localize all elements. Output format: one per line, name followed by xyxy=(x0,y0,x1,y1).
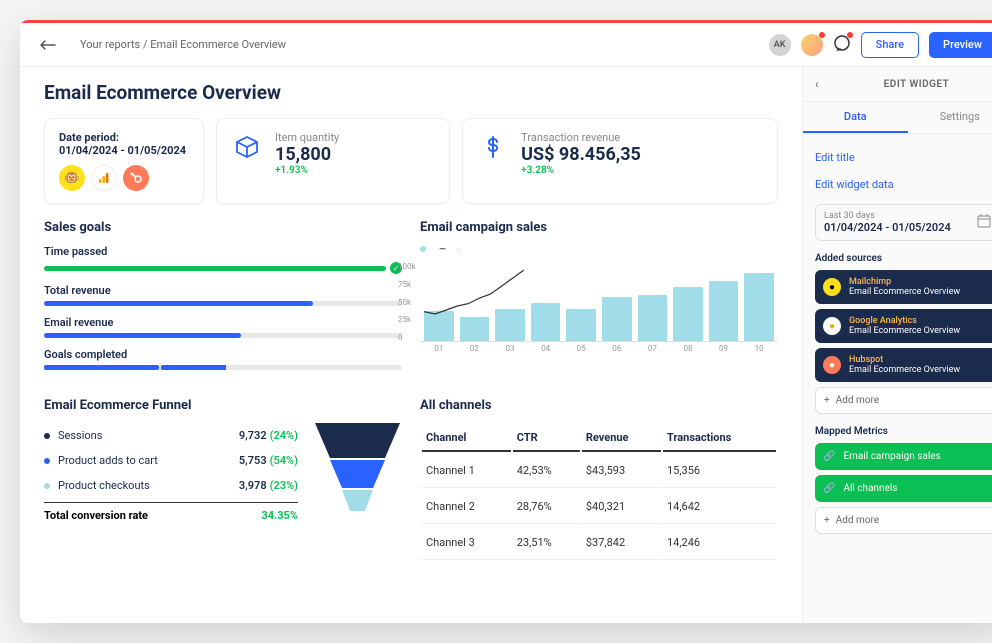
kpi-value: US$ 98.456,35 xyxy=(521,144,641,165)
chart-bar xyxy=(744,273,774,341)
date-period-card: Date period: 01/04/2024 - 01/05/2024 🐵 xyxy=(44,118,204,204)
email-campaign-chart: Email campaign sales — ○ 100k75k50k25k0 … xyxy=(420,220,778,380)
source-item[interactable]: ●HubspotEmail Ecommerce Overview xyxy=(815,348,992,382)
edit-title-row[interactable]: Edit title› xyxy=(815,144,992,171)
breadcrumb: Your reports / Email Ecommerce Overview xyxy=(80,38,769,51)
funnel-row: Product adds to cart5,753 (54%) xyxy=(44,448,298,473)
sidebar-title: EDIT WIDGET xyxy=(833,79,992,90)
metric-item[interactable]: 🔗All channels xyxy=(815,475,992,502)
date-range-picker[interactable]: Last 30 days 01/04/2024 - 01/05/2024 xyxy=(815,204,992,241)
link-icon: 🔗 xyxy=(823,451,835,462)
funnel-section: Email Ecommerce Funnel Sessions9,732 (24… xyxy=(44,398,402,562)
google-analytics-icon xyxy=(91,165,117,191)
mailchimp-icon: 🐵 xyxy=(59,165,85,191)
avatar-user[interactable] xyxy=(801,34,823,56)
add-source-button[interactable]: + Add more xyxy=(815,387,992,414)
chart-bar xyxy=(709,281,739,341)
back-button[interactable] xyxy=(36,33,60,57)
all-channels-section: All channels ChannelCTRRevenueTransactio… xyxy=(420,398,778,562)
date-period-label: Date period: xyxy=(59,131,189,144)
avatar-ak[interactable]: AK xyxy=(769,34,791,56)
section-title: Sales goals xyxy=(44,220,402,235)
plus-icon: + xyxy=(824,515,830,526)
goal-row: Email revenue xyxy=(44,316,402,338)
sidebar-back-button[interactable]: ‹ xyxy=(815,77,833,91)
chart-bar xyxy=(602,297,632,341)
kpi-delta: +3.28% xyxy=(521,165,641,176)
plus-icon: + xyxy=(824,395,830,406)
edit-widget-sidebar: ‹ EDIT WIDGET Data Settings Edit title› … xyxy=(802,67,992,623)
source-item[interactable]: ●MailchimpEmail Ecommerce Overview xyxy=(815,270,992,304)
chart-bar xyxy=(566,309,596,341)
date-picker-label: Last 30 days xyxy=(824,211,951,221)
kpi-label: Item quantity xyxy=(275,131,339,144)
chart-bar xyxy=(638,295,668,341)
kpi-value: 15,800 xyxy=(275,144,339,165)
table-row: Channel 323,51%$37,84214,246 xyxy=(422,526,776,560)
add-metric-button[interactable]: + Add more xyxy=(815,507,992,534)
chart-bar xyxy=(424,311,454,341)
chart-bar xyxy=(531,303,561,341)
box-icon xyxy=(231,131,263,163)
funnel-row: Sessions9,732 (24%) xyxy=(44,423,298,448)
chart-bar xyxy=(673,287,703,341)
goal-row: Goals completed xyxy=(44,348,402,370)
funnel-chart xyxy=(312,423,402,523)
kpi-delta: +1.93% xyxy=(275,165,339,176)
hubspot-icon xyxy=(123,165,149,191)
tab-settings[interactable]: Settings xyxy=(908,102,992,133)
share-button[interactable]: Share xyxy=(861,32,919,58)
section-title: Email Ecommerce Funnel xyxy=(44,398,402,413)
channels-table: ChannelCTRRevenueTransactions Channel 14… xyxy=(420,423,778,562)
kpi-item-quantity: Item quantity 15,800 +1.93% xyxy=(216,118,450,204)
dollar-icon xyxy=(477,131,509,163)
kpi-label: Transaction revenue xyxy=(521,131,641,144)
section-title: Email campaign sales xyxy=(420,220,778,235)
mapped-metrics-label: Mapped Metrics xyxy=(815,426,992,437)
table-row: Channel 142,53%$43,59315,356 xyxy=(422,454,776,488)
edit-widget-data-row[interactable]: Edit widget data▾ xyxy=(815,171,992,198)
metric-item[interactable]: 🔗Email campaign sales xyxy=(815,443,992,470)
funnel-row: Product checkouts3,978 (23%) xyxy=(44,473,298,498)
date-period-range: 01/04/2024 - 01/05/2024 xyxy=(59,144,189,157)
kpi-transaction-revenue: Transaction revenue US$ 98.456,35 +3.28% xyxy=(462,118,778,204)
tab-data[interactable]: Data xyxy=(803,102,908,133)
section-title: All channels xyxy=(420,398,778,413)
date-picker-value: 01/04/2024 - 01/05/2024 xyxy=(824,221,951,234)
link-icon: 🔗 xyxy=(823,483,835,494)
goal-row: Time passed✓ xyxy=(44,245,402,274)
chart-bar xyxy=(460,317,490,341)
preview-button[interactable]: Preview xyxy=(929,32,992,58)
page-title: Email Ecommerce Overview xyxy=(44,81,778,104)
source-item[interactable]: ●Google AnalyticsEmail Ecommerce Overvie… xyxy=(815,309,992,343)
calendar-icon xyxy=(977,213,991,232)
table-row: Channel 228,76%$40,32114,642 xyxy=(422,490,776,524)
goal-row: Total revenue xyxy=(44,284,402,306)
sales-goals-section: Sales goals Time passed✓ Total revenue Ema… xyxy=(44,220,402,380)
added-sources-label: Added sources xyxy=(815,253,992,264)
chart-bar xyxy=(495,309,525,341)
chart-legend: — ○ xyxy=(420,245,778,256)
chat-icon[interactable] xyxy=(833,34,851,56)
